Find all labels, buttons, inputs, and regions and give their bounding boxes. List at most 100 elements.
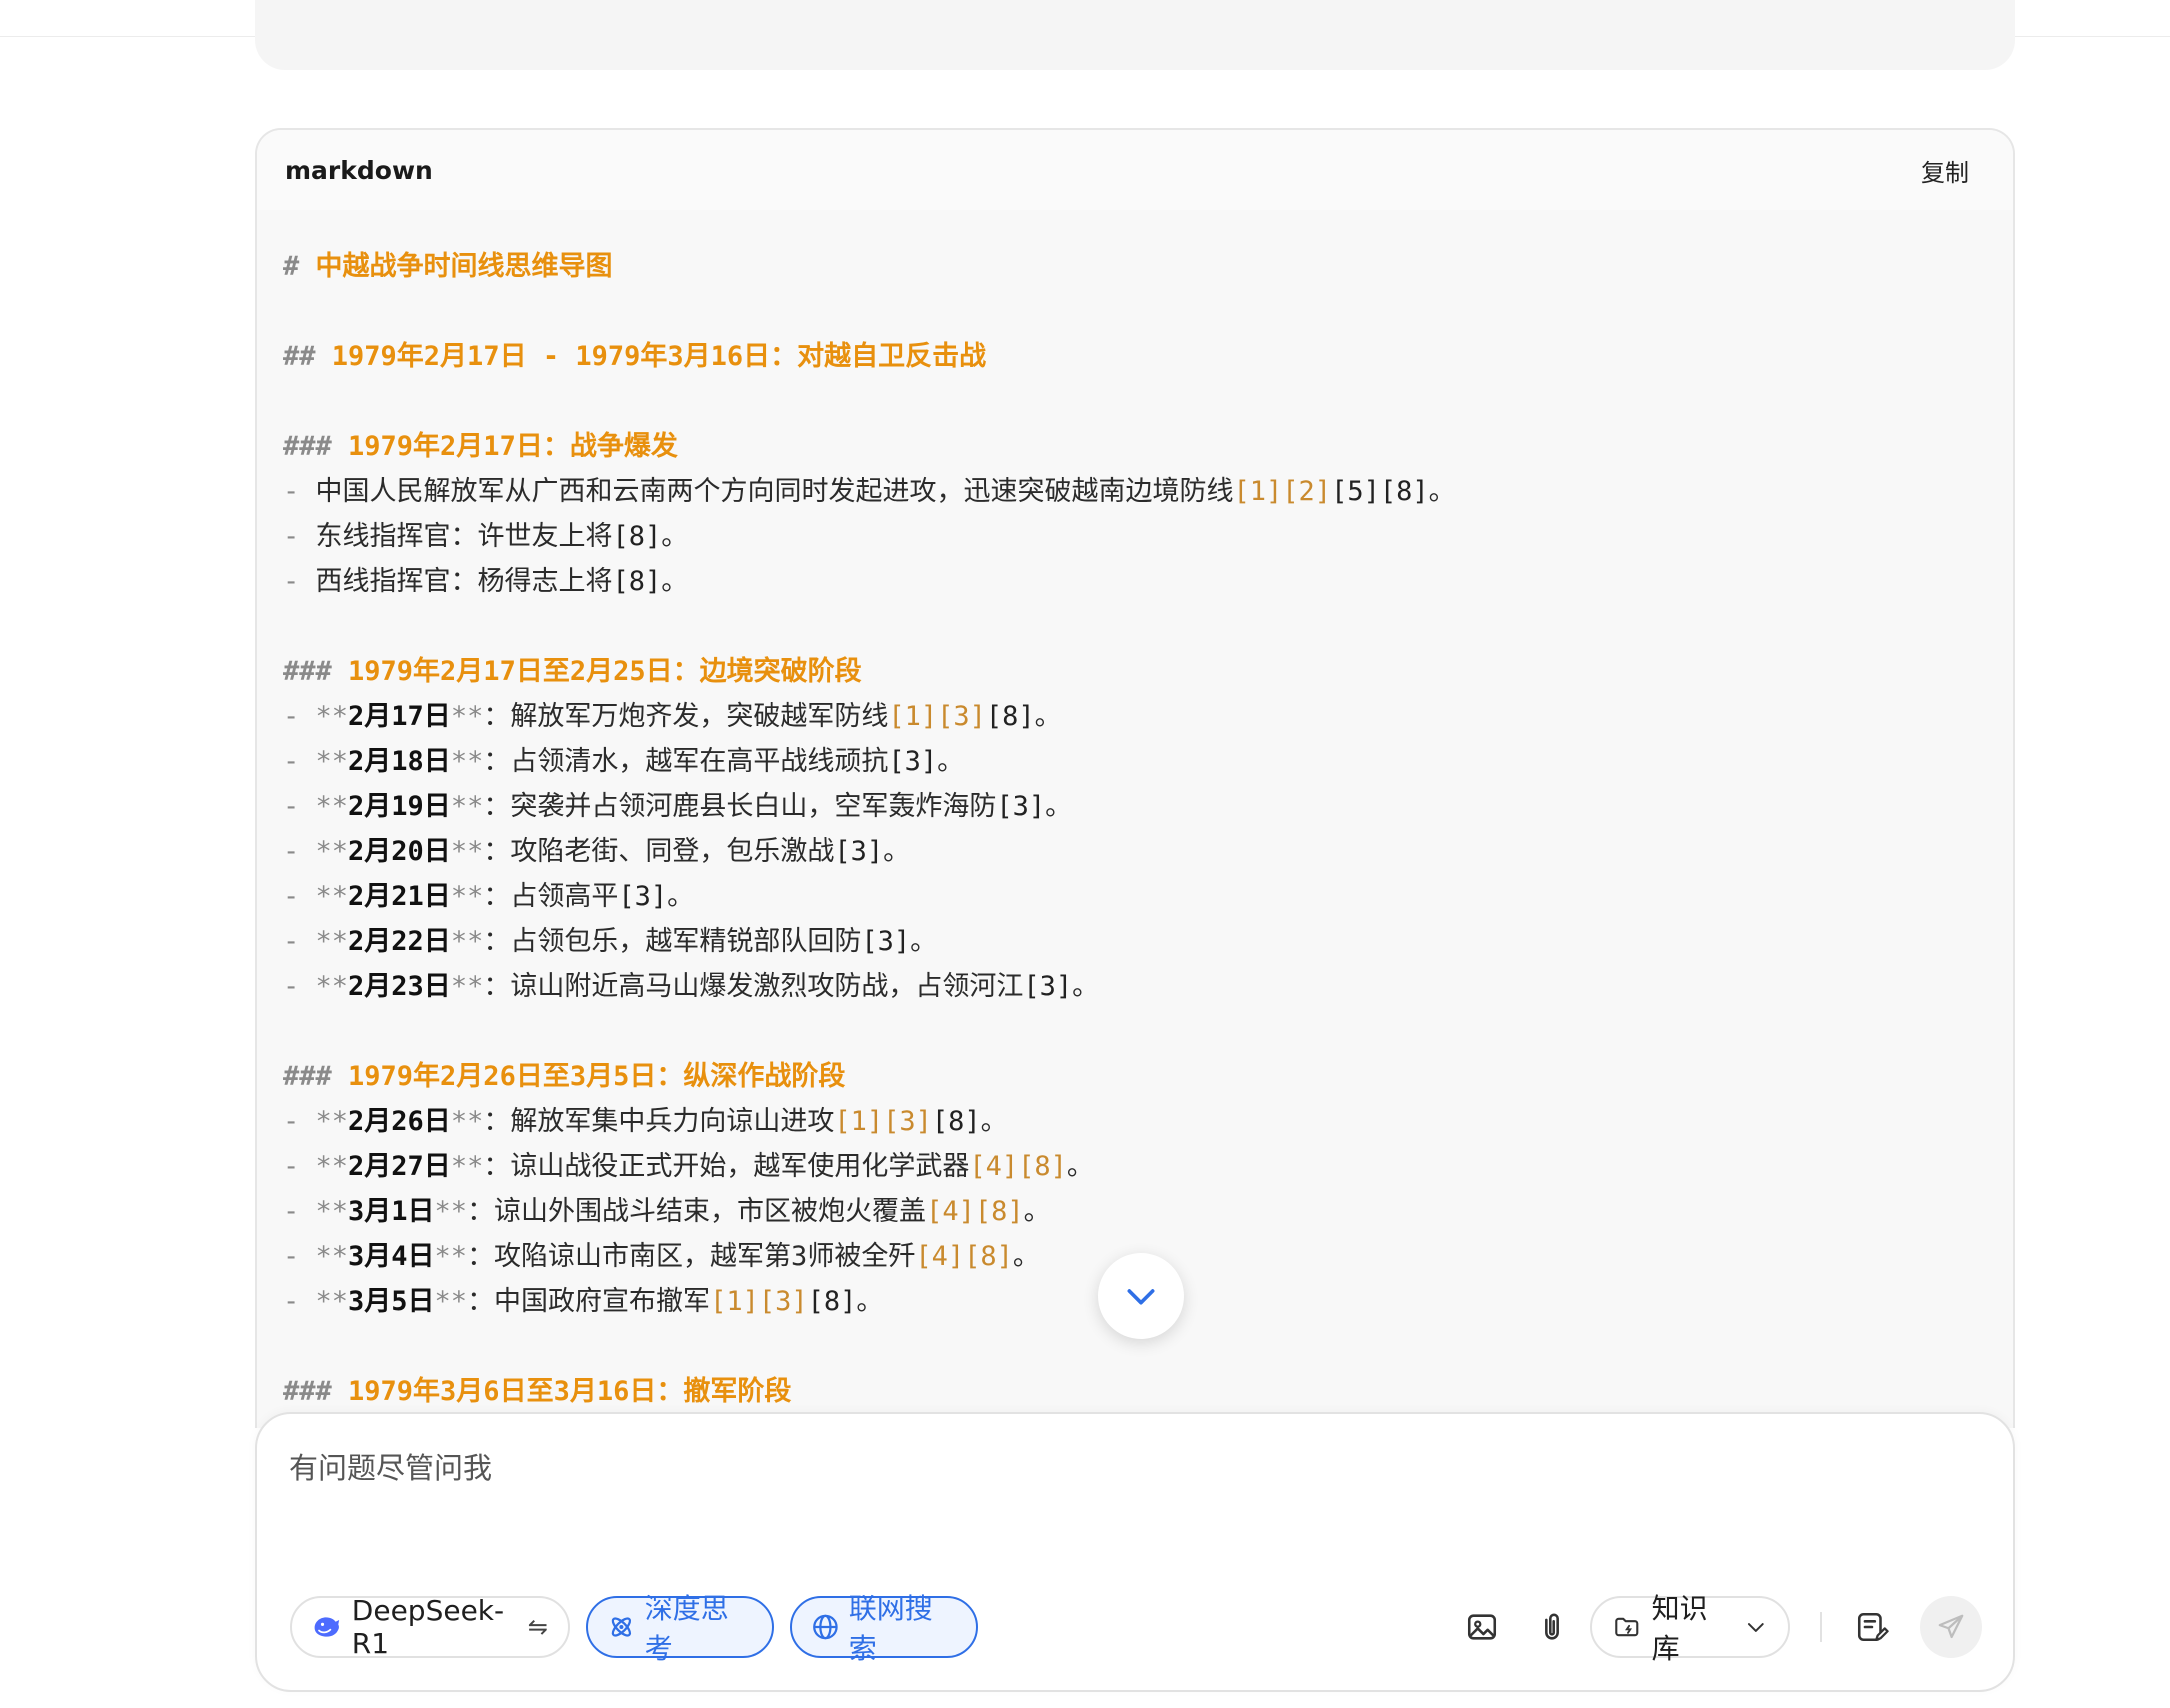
code-list-item: - 西线指挥官：杨得志上将[8]。 [283, 559, 2013, 604]
citation-ref: [4] [926, 1196, 975, 1227]
item-text: ：攻陷谅山市南区，越军第3师被全歼 [467, 1241, 916, 1272]
model-selector[interactable]: DeepSeek-R1 ⇋ [290, 1594, 570, 1660]
send-icon [1938, 1614, 1964, 1639]
chevron-down-icon [1748, 1623, 1765, 1632]
item-text: ：谅山外围战斗结束，市区被炮火覆盖 [467, 1196, 927, 1227]
list-marker: - [283, 926, 316, 957]
item-end: 。 [1066, 1151, 1094, 1182]
item-end: 。 [1428, 476, 1456, 507]
heading-marker: # [283, 251, 316, 282]
item-end: 。 [910, 926, 938, 957]
bold-marker: ** [315, 881, 349, 912]
folder-icon [1615, 1617, 1639, 1637]
knowledge-base-selector[interactable]: 知识库 [1590, 1592, 1790, 1665]
list-marker: - [283, 746, 316, 777]
attach-file-button[interactable] [1525, 1600, 1579, 1654]
item-end: 。 [980, 1106, 1008, 1137]
item-end: 。 [1072, 971, 1100, 1002]
code-list-item: - **2月22日**：占领包乐，越军精锐部队回防[3]。 [283, 919, 2013, 964]
web-search-toggle[interactable]: 联网搜索 [790, 1592, 978, 1665]
code-heading-line: ### 1979年3月6日至3月16日：撤军阶段 [283, 1369, 2013, 1414]
citation-ref: [3] [758, 1286, 808, 1317]
list-marker: - [283, 521, 316, 552]
bold-marker: ** [434, 1196, 468, 1227]
list-marker: - [283, 476, 316, 507]
item-text: 东线指挥官：许世友上将 [315, 521, 613, 552]
citation-ref: [5] [1331, 476, 1380, 507]
bold-marker: ** [315, 836, 349, 867]
previous-message-card [255, 0, 2015, 70]
code-list-item: - 东线指挥官：许世友上将[8]。 [283, 514, 2013, 559]
citation-ref: [3] [937, 701, 986, 732]
item-date: 2月17日 [348, 701, 451, 732]
item-text: ：突袭并占领河鹿县长白山，空军轰炸海防 [483, 791, 997, 822]
item-date: 2月22日 [348, 926, 451, 957]
code-heading-line: ### 1979年2月17日至2月25日：边境突破阶段 [283, 649, 2013, 694]
bold-marker: ** [450, 836, 484, 867]
deepseek-whale-icon [314, 1617, 340, 1637]
bold-marker: ** [315, 746, 349, 777]
citation-ref: [3] [618, 881, 668, 912]
heading-text: 1979年2月17日 - 1979年3月16日：对越自卫反击战 [331, 341, 987, 372]
item-text: ：解放军万炮齐发，突破越军防线 [483, 701, 889, 732]
item-end: 。 [667, 881, 695, 912]
model-name: DeepSeek-R1 [351, 1594, 505, 1660]
item-text: ：谅山战役正式开始，越军使用化学武器 [483, 1151, 970, 1182]
item-date: 2月19日 [348, 791, 451, 822]
send-button[interactable] [1920, 1596, 1982, 1658]
bold-marker: ** [315, 1286, 349, 1317]
image-upload-button[interactable] [1455, 1600, 1509, 1654]
citation-ref: [8] [612, 566, 662, 597]
code-list-item: - **2月17日**：解放军万炮齐发，突破越军防线[1][3][8]。 [283, 694, 2013, 739]
bold-marker: ** [315, 1241, 349, 1272]
citation-ref: [2] [1282, 476, 1332, 507]
item-text: ：攻陷老街、同登，包乐激战 [483, 836, 835, 867]
item-end: 。 [1012, 1241, 1040, 1272]
heading-text: 1979年3月6日至3月16日：撤军阶段 [348, 1376, 792, 1407]
item-date: 3月1日 [348, 1196, 435, 1227]
bold-marker: ** [434, 1241, 468, 1272]
prompt-template-button[interactable] [1845, 1600, 1899, 1654]
citation-ref: [8] [985, 701, 1035, 732]
citation-ref: [8] [1018, 1151, 1067, 1182]
heading-text: 1979年2月26日至3月5日：纵深作战阶段 [348, 1061, 846, 1092]
heading-text: 中越战争时间线思维导图 [315, 251, 613, 282]
citation-ref: [1] [710, 1286, 759, 1317]
bold-marker: ** [315, 701, 349, 732]
bold-marker: ** [450, 1106, 484, 1137]
item-date: 3月4日 [348, 1241, 435, 1272]
heading-marker: ### [283, 1376, 349, 1407]
bold-marker: ** [450, 746, 484, 777]
list-marker: - [283, 1286, 316, 1317]
deep-think-toggle[interactable]: 深度思考 [586, 1592, 774, 1665]
heading-marker: ### [283, 431, 349, 462]
list-marker: - [283, 1241, 316, 1272]
prompt-input[interactable] [287, 1442, 1971, 1494]
chevron-down-icon [1127, 1289, 1155, 1305]
code-content: # 中越战争时间线思维导图 ## 1979年2月17日 - 1979年3月16日：… [257, 210, 2013, 1414]
heading-text: 1979年2月17日：战争爆发 [348, 431, 678, 462]
citation-ref: [8] [931, 1106, 981, 1137]
citation-ref: [8] [1379, 476, 1429, 507]
copy-button[interactable]: 复制 [1921, 153, 1969, 188]
bold-marker: ** [315, 1151, 349, 1182]
citation-ref: [8] [974, 1196, 1024, 1227]
scroll-to-bottom-button[interactable] [1098, 1253, 1184, 1339]
item-date: 2月18日 [348, 746, 451, 777]
list-marker: - [283, 836, 316, 867]
bold-marker: ** [450, 1151, 484, 1182]
code-list-item: - **2月27日**：谅山战役正式开始，越军使用化学武器[4][8]。 [283, 1144, 2013, 1189]
item-date: 2月23日 [348, 971, 451, 1002]
code-heading-line: ### 1979年2月26日至3月5日：纵深作战阶段 [283, 1054, 2013, 1099]
bold-marker: ** [315, 926, 349, 957]
list-marker: - [283, 1106, 316, 1137]
code-list-item: - **2月21日**：占领高平[3]。 [283, 874, 2013, 919]
code-block: markdown 复制 # 中越战争时间线思维导图 ## 1979年2月17日 -… [255, 128, 2015, 1428]
code-list-item: - **2月20日**：攻陷老街、同登，包乐激战[3]。 [283, 829, 2013, 874]
citation-ref: [8] [964, 1241, 1013, 1272]
citation-ref: [8] [807, 1286, 857, 1317]
edit-document-icon [1857, 1612, 1889, 1642]
item-text: ：中国政府宣布撤军 [467, 1286, 711, 1317]
item-text: ：解放军集中兵力向谅山进攻 [483, 1106, 835, 1137]
